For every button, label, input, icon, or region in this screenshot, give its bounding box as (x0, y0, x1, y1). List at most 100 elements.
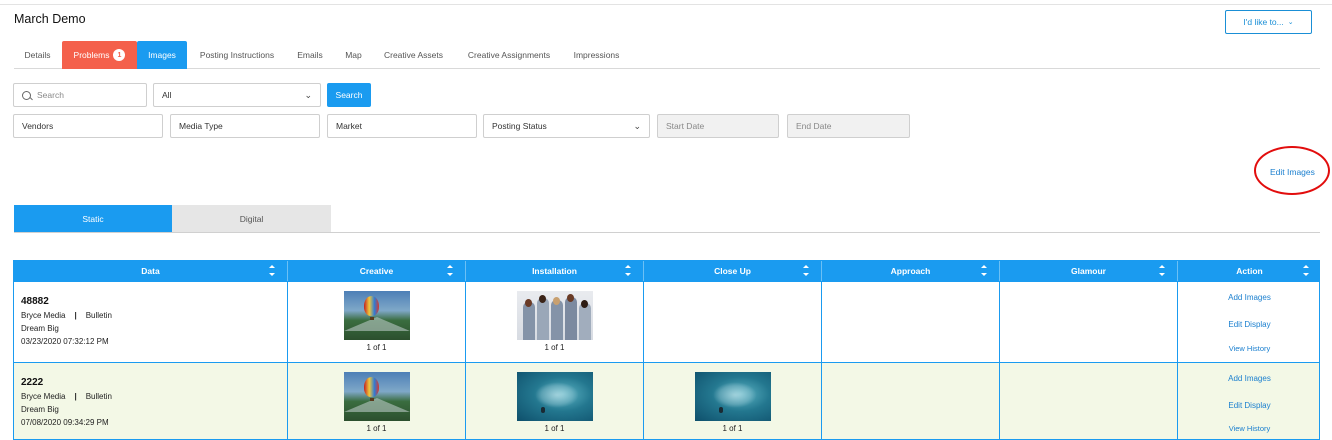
record-id: 2222 (21, 377, 44, 388)
table-row: 48882 Bryce Media | Bulletin Dream Big 03/… (14, 281, 1319, 362)
start-date-placeholder: Start Date (666, 121, 705, 131)
image-count: 1 of 1 (544, 343, 565, 352)
tab-impressions-label: Impressions (573, 50, 620, 60)
tab-problems[interactable]: Problems 1 (62, 41, 137, 69)
view-history-link[interactable]: View History (1178, 344, 1319, 353)
close-up-cell (644, 282, 822, 362)
edit-display-link[interactable]: Edit Display (1178, 401, 1319, 410)
sort-icon[interactable] (269, 265, 275, 276)
fish-school-thumbnail[interactable] (516, 372, 593, 421)
add-images-link[interactable]: Add Images (1178, 293, 1319, 302)
sort-icon[interactable] (625, 265, 631, 276)
close-up-cell: 1 of 1 (644, 363, 822, 439)
approach-cell (822, 282, 1000, 362)
tab-map[interactable]: Map (337, 41, 370, 69)
search-icon (22, 90, 31, 100)
media-type-filter-label: Media Type (179, 121, 223, 131)
edit-images-link[interactable]: Edit Images (1270, 167, 1315, 177)
table-header: Data Creative Installation Close Up Appr… (14, 261, 1319, 281)
posting-status-label: Posting Status (492, 121, 547, 131)
end-date-field[interactable]: End Date (787, 114, 910, 138)
image-count: 1 of 1 (366, 343, 387, 352)
creative-name: Dream Big (21, 324, 59, 333)
column-header-action[interactable]: Action (1178, 261, 1319, 281)
chevron-down-icon: ⌄ (633, 121, 641, 131)
separator: | (74, 392, 77, 401)
id-like-to-dropdown[interactable]: I'd like to... ⌄ (1225, 10, 1312, 34)
search-placeholder: Search (37, 90, 64, 100)
view-history-link[interactable]: View History (1178, 424, 1319, 433)
sort-icon[interactable] (803, 265, 809, 276)
scope-select[interactable]: All ⌄ (153, 83, 321, 107)
tab-creative-assets-label: Creative Assets (383, 50, 444, 60)
column-header-close-up[interactable]: Close Up (644, 261, 822, 281)
sort-icon[interactable] (1159, 265, 1165, 276)
column-header-glamour[interactable]: Glamour (1000, 261, 1178, 281)
column-header-label: Approach (890, 266, 931, 276)
search-input[interactable]: Search (13, 83, 147, 107)
market-filter[interactable]: Market (327, 114, 477, 138)
creative-name: Dream Big (21, 405, 59, 414)
column-header-label: Close Up (714, 266, 751, 276)
hot-air-balloon-thumbnail[interactable] (343, 372, 410, 421)
page-title: March Demo (14, 12, 86, 26)
sort-icon[interactable] (1303, 265, 1309, 276)
column-header-approach[interactable]: Approach (822, 261, 1000, 281)
vendor-media-line: Bryce Media | Bulletin (21, 311, 287, 320)
action-cell: Add Images Edit Display View History (1178, 363, 1319, 439)
bridesmaids-thumbnail[interactable] (516, 291, 593, 340)
hot-air-balloon-thumbnail[interactable] (343, 291, 410, 340)
fish-school-thumbnail[interactable] (694, 372, 771, 421)
creative-cell: 1 of 1 (288, 282, 466, 362)
image-count: 1 of 1 (544, 424, 565, 433)
tab-creative-assets[interactable]: Creative Assets (377, 41, 450, 69)
table-row: 2222 Bryce Media | Bulletin Dream Big 07/0… (14, 362, 1319, 439)
tab-posting-instructions[interactable]: Posting Instructions (190, 41, 284, 69)
tab-emails[interactable]: Emails (290, 41, 330, 69)
timestamp: 07/08/2020 09:34:29 PM (21, 418, 109, 427)
tab-creative-assignments[interactable]: Creative Assignments (459, 41, 559, 69)
chevron-down-icon: ⌄ (304, 90, 312, 100)
tab-impressions[interactable]: Impressions (567, 41, 626, 69)
column-header-label: Data (141, 266, 160, 276)
media-type: Bulletin (85, 311, 112, 320)
column-header-creative[interactable]: Creative (288, 261, 466, 281)
chevron-down-icon: ⌄ (1287, 19, 1294, 26)
sort-icon[interactable] (981, 265, 987, 276)
tab-posting-instructions-label: Posting Instructions (199, 50, 275, 60)
market-filter-label: Market (336, 121, 362, 131)
tab-details[interactable]: Details (14, 41, 61, 69)
sort-icon[interactable] (447, 265, 453, 276)
vendors-filter[interactable]: Vendors (13, 114, 163, 138)
data-cell: 48882 Bryce Media | Bulletin Dream Big 03/… (14, 282, 288, 362)
column-header-data[interactable]: Data (14, 261, 288, 281)
vendor-name: Bryce Media (21, 392, 66, 401)
tab-digital-label: Digital (239, 213, 264, 224)
edit-display-link[interactable]: Edit Display (1178, 320, 1319, 329)
problems-count-badge: 1 (113, 49, 126, 61)
separator: | (74, 311, 77, 320)
tab-static[interactable]: Static (14, 205, 172, 232)
tab-emails-label: Emails (297, 50, 323, 60)
approach-cell (822, 363, 1000, 439)
column-header-label: Glamour (1071, 266, 1106, 276)
timestamp: 03/23/2020 07:32:12 PM (21, 337, 109, 346)
glamour-cell (1000, 282, 1178, 362)
posting-status-select[interactable]: Posting Status ⌄ (483, 114, 650, 138)
media-type: Bulletin (85, 392, 112, 401)
column-header-installation[interactable]: Installation (466, 261, 644, 281)
tab-bar: Details Problems 1 Images Posting Instru… (14, 41, 1320, 69)
creative-cell: 1 of 1 (288, 363, 466, 439)
add-images-link[interactable]: Add Images (1178, 374, 1319, 383)
image-count: 1 of 1 (366, 424, 387, 433)
glamour-cell (1000, 363, 1178, 439)
start-date-field[interactable]: Start Date (657, 114, 779, 138)
tab-images[interactable]: Images (137, 41, 187, 69)
tab-digital[interactable]: Digital (172, 205, 331, 232)
column-header-label: Action (1236, 266, 1263, 276)
search-button[interactable]: Search (327, 83, 371, 107)
media-type-filter[interactable]: Media Type (170, 114, 320, 138)
tab-problems-label: Problems (73, 50, 110, 60)
tab-static-label: Static (82, 213, 104, 224)
column-header-label: Installation (532, 266, 577, 276)
